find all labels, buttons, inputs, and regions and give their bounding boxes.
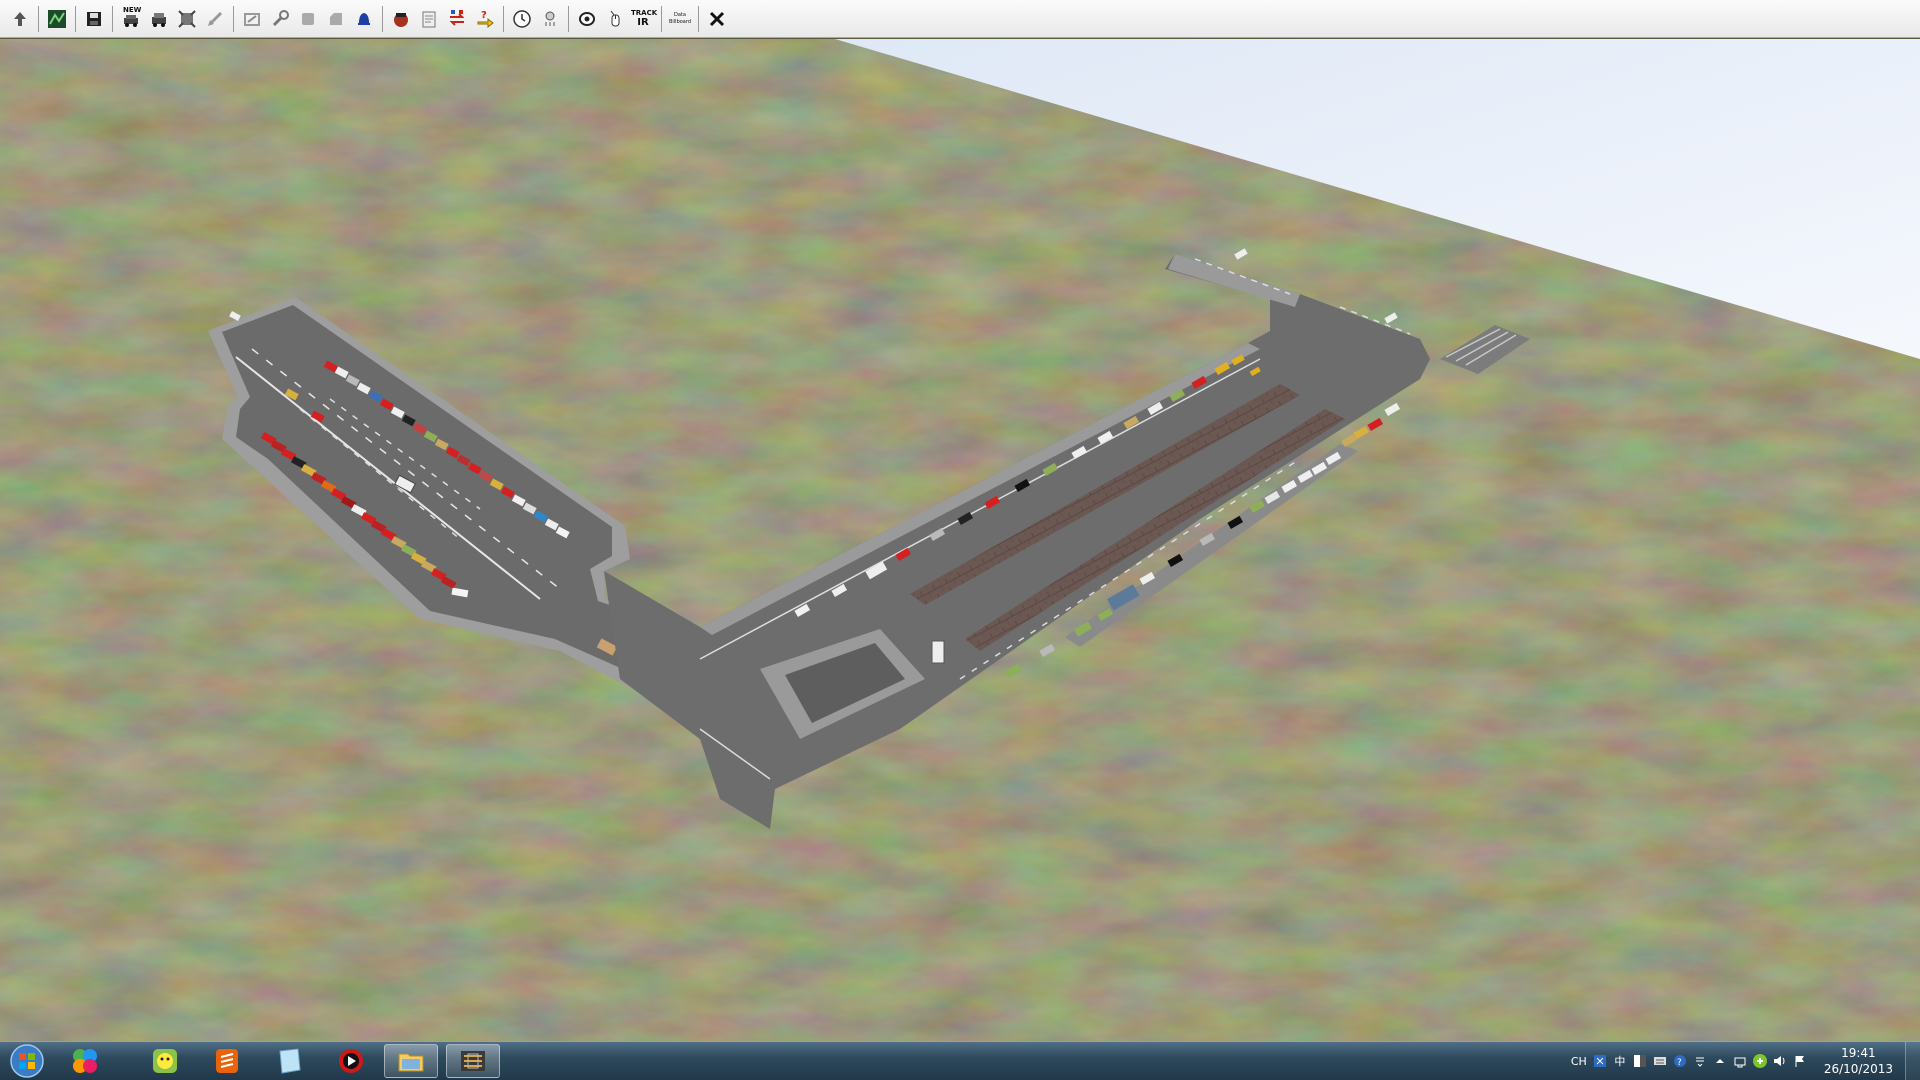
toolbar-separator: [382, 5, 383, 32]
toolbar-separator: [38, 5, 39, 32]
weather-icon[interactable]: [538, 7, 562, 31]
wrench-icon[interactable]: [268, 7, 292, 31]
network-icon[interactable]: [1732, 1053, 1748, 1069]
toolbar-separator: [233, 5, 234, 32]
messenger-icon[interactable]: [138, 1044, 192, 1078]
new-label: NEW: [123, 5, 142, 14]
data-icon[interactable]: Data Billboard: [668, 7, 692, 31]
keyboard-icon[interactable]: [1652, 1053, 1668, 1069]
route-edit-icon[interactable]: [240, 7, 264, 31]
simulator-app-icon[interactable]: [446, 1044, 500, 1078]
toolbar-separator: [75, 5, 76, 32]
help-icon[interactable]: ?: [1672, 1053, 1688, 1069]
frame-icon[interactable]: [175, 7, 199, 31]
options-icon[interactable]: [1692, 1053, 1708, 1069]
data-label-top: Data: [674, 11, 686, 18]
document-icon[interactable]: [417, 7, 441, 31]
gray-block-icon[interactable]: [296, 7, 320, 31]
clock-time: 19:41: [1841, 1046, 1876, 1060]
data-label-bottom: Billboard: [668, 18, 692, 25]
show-desktop-button[interactable]: [1905, 1042, 1920, 1080]
toolbar-separator: [568, 5, 569, 32]
sublime-icon[interactable]: [200, 1044, 254, 1078]
trackir-label-bottom: IR: [637, 16, 649, 28]
notes-icon[interactable]: [262, 1044, 316, 1078]
taskbar: CH 中 ? 19:41 26/10/2013: [0, 1041, 1920, 1080]
volume-icon[interactable]: [1772, 1053, 1788, 1069]
colorful-app-icon[interactable]: [58, 1044, 112, 1078]
new-vehicle-icon[interactable]: NEW: [119, 5, 143, 31]
security-shield-icon[interactable]: [1752, 1053, 1768, 1069]
language-indicator[interactable]: CH: [1570, 1053, 1588, 1069]
media-player-icon[interactable]: [324, 1044, 378, 1078]
start-button[interactable]: [5, 1043, 49, 1079]
svg-text:?: ?: [481, 10, 487, 21]
scene-canvas: [0, 39, 1920, 1041]
gray-block-2-icon[interactable]: [324, 7, 348, 31]
trackir-label-top: TRACK: [631, 8, 658, 17]
app-window: NEW ? TRACK IR Data Billboard CH 中 ? 19:…: [0, 0, 1920, 1080]
toolbar-separator: [661, 5, 662, 32]
clock-icon[interactable]: [510, 7, 534, 31]
driver-icon[interactable]: [389, 7, 413, 31]
help-arrow-icon[interactable]: ?: [473, 7, 497, 31]
ime-mode-icon[interactable]: [1592, 1053, 1608, 1069]
up-arrow-icon[interactable]: [8, 7, 32, 31]
main-toolbar: NEW ? TRACK IR Data Billboard: [0, 0, 1920, 38]
camera-eye-icon[interactable]: [575, 7, 599, 31]
trackir-icon[interactable]: TRACK IR: [631, 7, 658, 31]
action-center-flag-icon[interactable]: [1792, 1053, 1808, 1069]
half-width-icon[interactable]: [1632, 1053, 1648, 1069]
windows-logo-icon: [10, 1044, 44, 1078]
vehicle-icon[interactable]: [147, 7, 171, 31]
system-tray: CH 中 ? 19:41 26/10/2013: [1568, 1042, 1920, 1080]
3d-viewport[interactable]: [0, 39, 1920, 1041]
clock-date: 26/10/2013: [1823, 1062, 1893, 1076]
toolbar-separator: [112, 5, 113, 32]
taskbar-clock[interactable]: 19:41 26/10/2013: [1824, 1045, 1893, 1077]
ime-chinese-indicator[interactable]: 中: [1612, 1053, 1628, 1069]
toolbar-separator: [698, 5, 699, 32]
drag-arrow-icon[interactable]: [203, 7, 227, 31]
close-icon[interactable]: [705, 7, 729, 31]
toolbar-separator: [503, 5, 504, 32]
show-hidden-icons-icon[interactable]: [1712, 1053, 1728, 1069]
svg-text:?: ?: [1677, 1058, 1682, 1068]
mouse-icon[interactable]: [603, 7, 627, 31]
swap-icon[interactable]: [445, 7, 469, 31]
file-explorer-icon[interactable]: [384, 1044, 438, 1078]
save-icon[interactable]: [82, 7, 106, 31]
bell-icon[interactable]: [352, 7, 376, 31]
map-view-icon[interactable]: [45, 7, 69, 31]
